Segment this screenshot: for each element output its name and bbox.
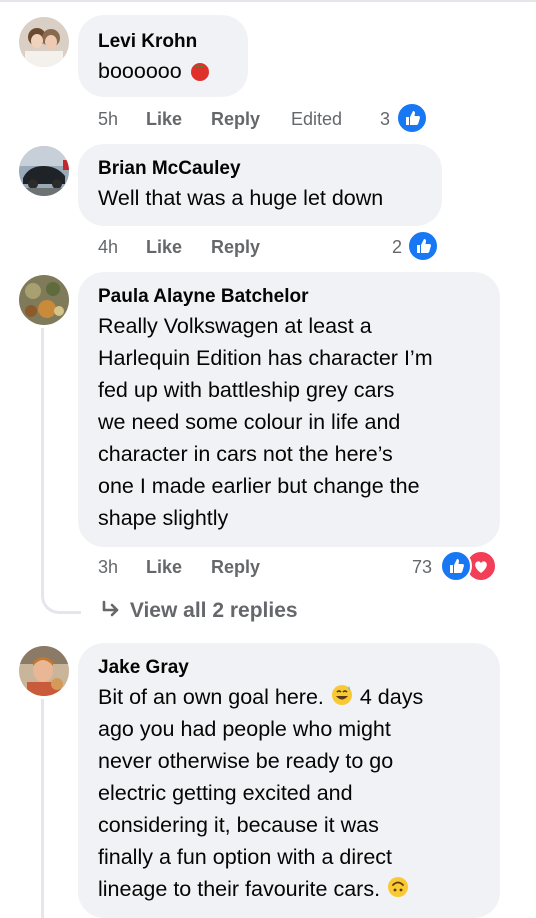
- comment-bubble-jake-gray: Jake Gray Bit of an own goal here. 4 day…: [78, 643, 500, 918]
- thread-line: [41, 699, 44, 918]
- comment-bubble-brian-mccauley: Brian McCauley Well that was a huge let …: [78, 144, 442, 226]
- thread-line: [41, 328, 44, 590]
- comment-line-text: lineage to their favourite cars.: [98, 877, 381, 901]
- reply-button[interactable]: Reply: [211, 556, 260, 578]
- comment-line: considering it, because it was: [98, 813, 379, 837]
- like-button[interactable]: Like: [146, 236, 182, 258]
- comment-author[interactable]: Jake Gray: [98, 657, 189, 679]
- comment-author[interactable]: Levi Krohn: [98, 31, 197, 53]
- comment-bubble-paula-alayne-batchelor: Paula Alayne Batchelor Really Volkswagen…: [78, 272, 500, 547]
- comment-line: shape slightly: [98, 506, 229, 530]
- avatar-paula-alayne-batchelor[interactable]: [19, 275, 69, 325]
- reaction-count[interactable]: 73: [412, 556, 432, 578]
- reply-arrow-icon: [100, 599, 124, 627]
- thread-connector: [41, 578, 81, 614]
- like-button[interactable]: Like: [146, 108, 182, 130]
- comment-line: Bit of an own goal here. 4 days: [98, 681, 423, 716]
- comment-author[interactable]: Brian McCauley: [98, 158, 241, 180]
- comment-bubble-levi-krohn: Levi Krohn boooooo: [78, 15, 248, 97]
- comment-line: never otherwise be ready to go: [98, 749, 394, 773]
- comment-text: boooooo: [98, 55, 212, 90]
- top-divider: [0, 0, 536, 2]
- comment-line: finally a fun option with a direct: [98, 845, 392, 869]
- avatar-brian-mccauley[interactable]: [19, 146, 69, 196]
- reply-button[interactable]: Reply: [211, 108, 260, 130]
- comment-line: Harlequin Edition has character I’m: [98, 346, 433, 370]
- comment-text-content: boooooo: [98, 59, 182, 83]
- like-reaction-icon[interactable]: [407, 230, 439, 262]
- reaction-count[interactable]: 2: [392, 236, 402, 258]
- like-reaction-icon[interactable]: [396, 102, 428, 134]
- reply-button[interactable]: Reply: [211, 236, 260, 258]
- comment-line-text: Bit of an own goal here.: [98, 685, 324, 709]
- comment-line: character in cars not the here’s: [98, 442, 393, 466]
- tomato-emoji: [188, 58, 212, 90]
- avatar-jake-gray[interactable]: [19, 646, 69, 696]
- comment-time[interactable]: 4h: [98, 236, 118, 258]
- upside-down-face-emoji: [386, 875, 410, 908]
- comment-text: Well that was a huge let down: [98, 186, 384, 210]
- edited-label[interactable]: Edited: [291, 108, 342, 130]
- view-replies-label: View all 2 replies: [129, 599, 298, 622]
- comment-line: fed up with battleship grey cars: [98, 378, 395, 402]
- comment-line: ago you had people who might: [98, 717, 391, 741]
- like-button[interactable]: Like: [146, 556, 182, 578]
- avatar-levi-krohn[interactable]: [19, 17, 69, 67]
- reaction-count[interactable]: 3: [380, 108, 390, 130]
- view-replies-link[interactable]: View all 2 replies: [100, 597, 298, 627]
- comment-time[interactable]: 3h: [98, 556, 118, 578]
- comment-line: electric getting excited and: [98, 781, 353, 805]
- like-reaction-icon[interactable]: [440, 550, 472, 582]
- comment-line: we need some colour in life and: [98, 410, 401, 434]
- comment-line: Really Volkswagen at least a: [98, 314, 372, 338]
- comment-line-text: 4 days: [359, 685, 424, 709]
- grinning-sweat-emoji: [330, 683, 354, 716]
- comment-time[interactable]: 5h: [98, 108, 118, 130]
- comment-author[interactable]: Paula Alayne Batchelor: [98, 286, 308, 308]
- comment-line: one I made earlier but change the: [98, 474, 420, 498]
- comment-line: lineage to their favourite cars.: [98, 873, 410, 908]
